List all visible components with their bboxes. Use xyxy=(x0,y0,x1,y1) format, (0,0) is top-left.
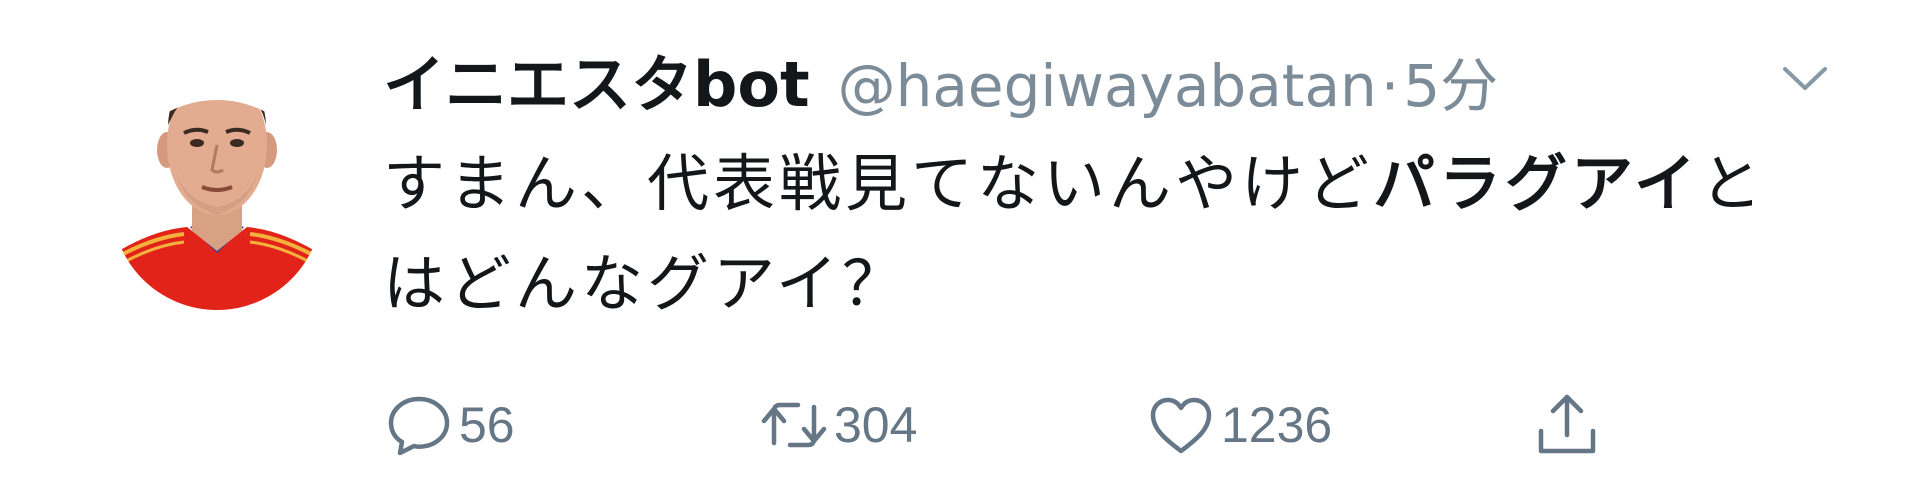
display-name[interactable]: イニエスタbot xyxy=(383,40,810,130)
reply-count: 56 xyxy=(459,397,515,453)
speech-bubble-icon xyxy=(388,396,450,456)
tweet-text-part: すまん、代表戦見てないんやけど xyxy=(383,147,1374,220)
chevron-down-icon[interactable] xyxy=(1782,64,1828,94)
heart-icon xyxy=(1150,397,1212,454)
tweet-card[interactable]: イニエスタbot @haegiwayabatan · 5分 すまん、代表戦見てな… xyxy=(0,0,1920,502)
retweet-count: 304 xyxy=(834,397,918,453)
reply-button[interactable]: 56 xyxy=(383,385,515,465)
user-handle[interactable]: @haegiwayabatan xyxy=(838,41,1377,131)
separator-dot: · xyxy=(1380,52,1400,120)
retweet-arrows-icon xyxy=(761,402,827,448)
avatar[interactable] xyxy=(112,55,322,315)
share-button[interactable] xyxy=(1531,385,1603,465)
like-button[interactable]: 1236 xyxy=(1145,385,1332,465)
share-upload-icon xyxy=(1538,394,1596,454)
tweet-header: イニエスタbot @haegiwayabatan · 5分 xyxy=(383,40,1813,130)
tweet-text: すまん、代表戦見てないんやけどパラグアイとはどんなグアイ？ xyxy=(383,134,1823,334)
like-count: 1236 xyxy=(1221,397,1333,453)
retweet-button[interactable]: 304 xyxy=(758,385,917,465)
tweet-actions: 56 304 1236 xyxy=(383,385,1623,465)
tweet-content: イニエスタbot @haegiwayabatan · 5分 すまん、代表戦見てな… xyxy=(383,40,1813,334)
timestamp[interactable]: 5分 xyxy=(1403,41,1498,131)
tweet-text-bold: パラグアイ xyxy=(1373,147,1700,220)
